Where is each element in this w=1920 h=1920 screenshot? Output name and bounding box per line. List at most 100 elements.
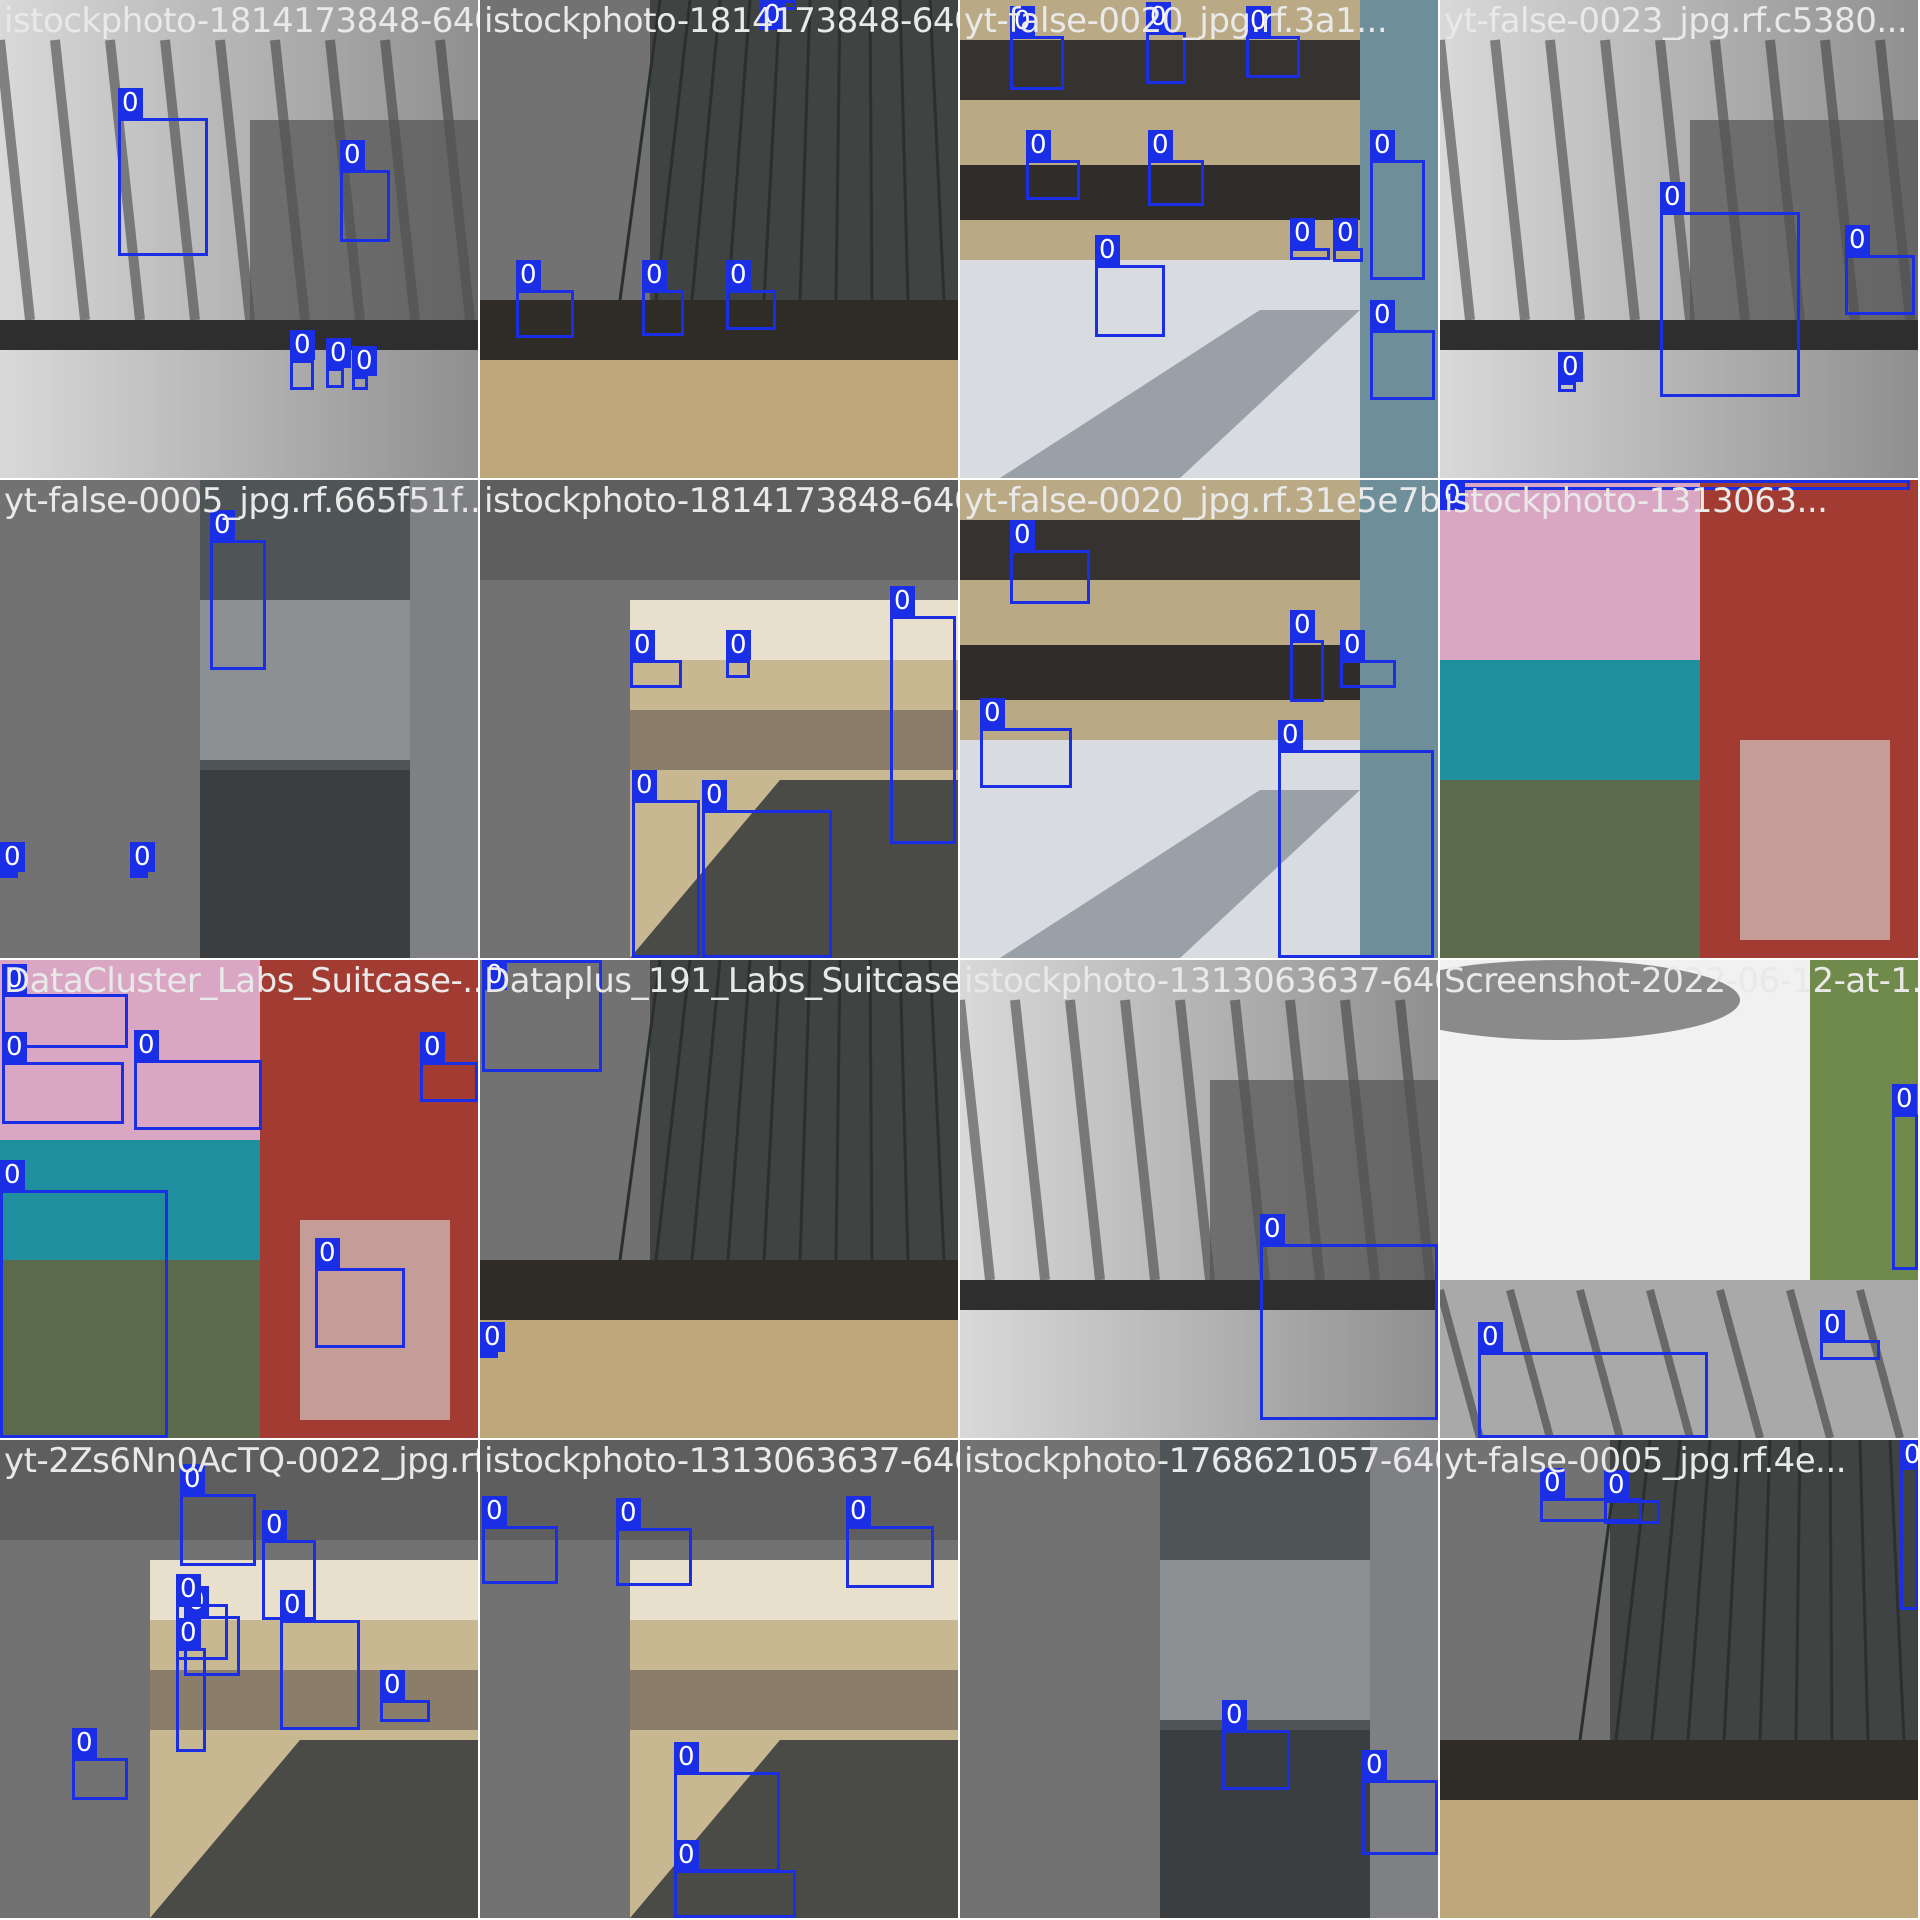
detection-label: 0 [1278,720,1303,750]
tile-filename: istockphoto-1313063637-640... [484,1441,958,1481]
detection-label: 0 [726,630,751,660]
tile-photo [1440,1440,1918,1918]
tile-filename: istockphoto-1768621057-640... [964,1441,1438,1481]
detection-box [290,360,314,390]
detection-box [846,1526,934,1588]
detection-label: 0 [674,1742,699,1772]
tile-filename: yt-2Zs6Nn0AcTQ-0022_jpg.rf... [4,1441,478,1481]
detection-box [1558,382,1576,392]
detection-label: 0 [642,260,667,290]
detection-box [1362,1780,1438,1855]
mosaic-tile: 0 0 istockphoto-1768621057-640... [960,1440,1438,1918]
tile-photo [0,0,478,478]
detection-label: 0 [1148,130,1173,160]
detection-label: 0 [1222,1700,1247,1730]
detection-box [642,290,684,336]
detection-label: 0 [290,330,315,360]
detection-label: 0 [702,780,727,810]
tile-filename: yt-false-0020_jpg.rf.3a1... [964,1,1388,41]
tile-filename: Screenshot-2022-06-12-at-1... [1444,961,1918,1001]
detection-box [480,1352,498,1358]
detection-box [1246,36,1300,78]
detection-box [890,616,956,844]
detection-label: 0 [72,1728,97,1758]
tile-filename: yt-false-0023_jpg.rf.c5380... [1444,1,1908,41]
detection-box [210,540,266,670]
tile-filename: istockphoto-1313063... [1444,481,1828,521]
tile-filename: yt-false-0005_jpg.rf.4e... [1444,1441,1847,1481]
detection-label: 0 [1333,218,1358,248]
detection-box [380,1700,430,1722]
detection-label: 0 [1660,182,1685,212]
detection-label: 0 [315,1238,340,1268]
detection-box [0,1190,168,1438]
detection-box [1095,265,1165,337]
detection-label: 0 [516,260,541,290]
detection-box [1892,1114,1918,1270]
mosaic-tile: 00000istockphoto-1814173848-640_jpg.rf.c… [0,0,478,478]
detection-label: 0 [890,586,915,616]
detection-label: 0 [176,1574,201,1604]
mosaic-tile: 0 0 0 yt-false-0005_jpg.rf.4e... [1440,1440,1918,1918]
detection-label: 0 [1900,1440,1918,1470]
detection-label: 0 [1845,225,1870,255]
detection-label: 0 [674,1840,699,1870]
mosaic-tile: 0 0 0 yt-false-0023_jpg.rf.c5380... [1440,0,1918,478]
detection-label: 0 [176,1618,201,1648]
mosaic-tile: 00000000yt-2Zs6Nn0AcTQ-0022_jpg.rf... [0,1440,478,1918]
mosaic-tile: 0000istockphoto-1814173848-640_jpg.rf... [480,0,958,478]
detection-label: 0 [1260,1214,1285,1244]
tile-filename: istockphoto-1814173848-640_jpg.rf... [484,1,958,41]
detection-label: 0 [2,1032,27,1062]
tile-filename: yt-false-0020_jpg.rf.31e5e7b... [964,481,1438,521]
detection-label: 0 [130,842,155,872]
tile-filename: istockphoto-1814173848-640... [484,481,958,521]
detection-label: 0 [1010,520,1035,550]
detection-box [516,290,574,338]
detection-box [1820,1340,1880,1360]
detection-box [1278,750,1434,958]
detection-box [1222,1730,1290,1790]
detection-label: 0 [980,698,1005,728]
mosaic-tile: 0 0 0 0 0 yt-false-0020_jpg.rf.31e5e7b... [960,480,1438,958]
mosaic-tile: 00Dataplus_191_Labs_Suitcase-1... [480,960,958,1438]
detection-label: 0 [1290,218,1315,248]
mosaic-tile: 0 0 0 0 0 0 0 0 0 0 yt-false-0020_jpg.rf.3a1... [960,0,1438,478]
detection-label: 0 [1026,130,1051,160]
detection-box [1333,248,1363,262]
detection-box [1900,1460,1918,1610]
detection-box [674,1870,796,1918]
tile-photo [1440,480,1918,958]
detection-box [482,1526,558,1584]
tile-photo [480,0,958,478]
detection-label: 0 [420,1032,445,1062]
detection-label: 0 [380,1670,405,1700]
detection-box [1604,1500,1660,1524]
detection-label: 0 [326,338,351,368]
detection-box [980,728,1072,788]
detection-box [632,800,700,958]
detection-box [1026,160,1080,200]
mosaic-tile: 0 0 0 0 0 0 DataCluster_Labs_Suitcase-... [0,960,478,1438]
detection-box [630,660,682,688]
detection-label: 0 [1290,610,1315,640]
detection-box [130,872,148,878]
detection-label: 0 [630,630,655,660]
detection-box [1845,255,1915,315]
detection-box [118,118,208,256]
detection-label: 0 [480,1322,505,1352]
detection-box [180,1494,256,1566]
detection-label: 0 [1370,130,1395,160]
detection-box [1290,248,1330,260]
detection-label: 0 [1478,1322,1503,1352]
detection-box [1370,330,1435,400]
detection-label: 0 [280,1590,305,1620]
detection-box [1260,1244,1438,1420]
detection-box [1340,660,1396,688]
detection-box [702,810,832,958]
tile-filename: istockphoto-1814173848-640_jpg.rf.c5380.… [4,1,478,41]
detection-label: 0 [632,770,657,800]
detection-box [134,1060,262,1130]
mosaic-tile: 0 0 0 Screenshot-2022-06-12-at-1... [1440,960,1918,1438]
detection-box [1370,160,1425,280]
